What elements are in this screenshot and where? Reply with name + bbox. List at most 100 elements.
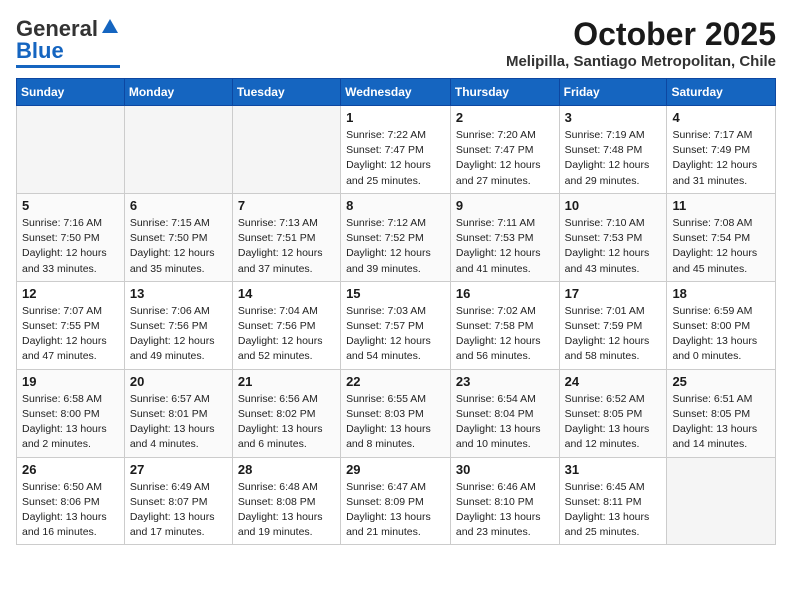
page-header: General Blue October 2025 Melipilla, San… [16, 16, 776, 70]
day-number: 12 [22, 286, 119, 301]
day-info: Sunrise: 7:07 AMSunset: 7:55 PMDaylight:… [22, 304, 119, 365]
day-info: Sunrise: 7:06 AMSunset: 7:56 PMDaylight:… [130, 304, 227, 365]
logo-icon [100, 17, 120, 37]
day-info: Sunrise: 7:12 AMSunset: 7:52 PMDaylight:… [346, 216, 445, 277]
calendar-cell: 14 Sunrise: 7:04 AMSunset: 7:56 PMDaylig… [232, 281, 340, 369]
day-number: 4 [672, 110, 770, 125]
calendar-cell: 3 Sunrise: 7:19 AMSunset: 7:48 PMDayligh… [559, 106, 667, 194]
day-info: Sunrise: 6:58 AMSunset: 8:00 PMDaylight:… [22, 392, 119, 453]
day-info: Sunrise: 6:52 AMSunset: 8:05 PMDaylight:… [565, 392, 662, 453]
calendar-cell [124, 106, 232, 194]
day-info: Sunrise: 6:57 AMSunset: 8:01 PMDaylight:… [130, 392, 227, 453]
header-thursday: Thursday [450, 79, 559, 106]
day-info: Sunrise: 6:45 AMSunset: 8:11 PMDaylight:… [565, 480, 662, 541]
day-number: 17 [565, 286, 662, 301]
day-number: 8 [346, 198, 445, 213]
day-number: 23 [456, 374, 554, 389]
calendar-header-row: SundayMondayTuesdayWednesdayThursdayFrid… [17, 79, 776, 106]
day-number: 25 [672, 374, 770, 389]
calendar-cell [667, 457, 776, 545]
calendar-cell: 4 Sunrise: 7:17 AMSunset: 7:49 PMDayligh… [667, 106, 776, 194]
day-info: Sunrise: 6:56 AMSunset: 8:02 PMDaylight:… [238, 392, 335, 453]
calendar-body: 1 Sunrise: 7:22 AMSunset: 7:47 PMDayligh… [17, 106, 776, 545]
day-number: 14 [238, 286, 335, 301]
title-section: October 2025 Melipilla, Santiago Metropo… [506, 16, 776, 70]
day-number: 31 [565, 462, 662, 477]
day-number: 18 [672, 286, 770, 301]
calendar-cell: 10 Sunrise: 7:10 AMSunset: 7:53 PMDaylig… [559, 193, 667, 281]
day-number: 30 [456, 462, 554, 477]
month-title: October 2025 [506, 16, 776, 53]
calendar-cell: 28 Sunrise: 6:48 AMSunset: 8:08 PMDaylig… [232, 457, 340, 545]
calendar-cell: 20 Sunrise: 6:57 AMSunset: 8:01 PMDaylig… [124, 369, 232, 457]
calendar-cell: 12 Sunrise: 7:07 AMSunset: 7:55 PMDaylig… [17, 281, 125, 369]
calendar-cell: 13 Sunrise: 7:06 AMSunset: 7:56 PMDaylig… [124, 281, 232, 369]
location: Melipilla, Santiago Metropolitan, Chile [506, 53, 776, 70]
calendar-cell: 31 Sunrise: 6:45 AMSunset: 8:11 PMDaylig… [559, 457, 667, 545]
calendar-cell: 5 Sunrise: 7:16 AMSunset: 7:50 PMDayligh… [17, 193, 125, 281]
day-info: Sunrise: 7:03 AMSunset: 7:57 PMDaylight:… [346, 304, 445, 365]
calendar-cell: 9 Sunrise: 7:11 AMSunset: 7:53 PMDayligh… [450, 193, 559, 281]
calendar-week-3: 12 Sunrise: 7:07 AMSunset: 7:55 PMDaylig… [17, 281, 776, 369]
day-info: Sunrise: 6:54 AMSunset: 8:04 PMDaylight:… [456, 392, 554, 453]
day-info: Sunrise: 7:01 AMSunset: 7:59 PMDaylight:… [565, 304, 662, 365]
day-info: Sunrise: 7:08 AMSunset: 7:54 PMDaylight:… [672, 216, 770, 277]
day-info: Sunrise: 7:10 AMSunset: 7:53 PMDaylight:… [565, 216, 662, 277]
day-number: 24 [565, 374, 662, 389]
day-info: Sunrise: 7:04 AMSunset: 7:56 PMDaylight:… [238, 304, 335, 365]
day-number: 19 [22, 374, 119, 389]
day-info: Sunrise: 7:11 AMSunset: 7:53 PMDaylight:… [456, 216, 554, 277]
header-wednesday: Wednesday [341, 79, 451, 106]
day-info: Sunrise: 7:20 AMSunset: 7:47 PMDaylight:… [456, 128, 554, 189]
header-sunday: Sunday [17, 79, 125, 106]
day-info: Sunrise: 6:49 AMSunset: 8:07 PMDaylight:… [130, 480, 227, 541]
day-number: 10 [565, 198, 662, 213]
day-info: Sunrise: 7:16 AMSunset: 7:50 PMDaylight:… [22, 216, 119, 277]
calendar-cell: 17 Sunrise: 7:01 AMSunset: 7:59 PMDaylig… [559, 281, 667, 369]
day-number: 20 [130, 374, 227, 389]
header-tuesday: Tuesday [232, 79, 340, 106]
day-info: Sunrise: 6:50 AMSunset: 8:06 PMDaylight:… [22, 480, 119, 541]
calendar-week-5: 26 Sunrise: 6:50 AMSunset: 8:06 PMDaylig… [17, 457, 776, 545]
day-info: Sunrise: 7:19 AMSunset: 7:48 PMDaylight:… [565, 128, 662, 189]
calendar-week-2: 5 Sunrise: 7:16 AMSunset: 7:50 PMDayligh… [17, 193, 776, 281]
day-info: Sunrise: 6:46 AMSunset: 8:10 PMDaylight:… [456, 480, 554, 541]
calendar-table: SundayMondayTuesdayWednesdayThursdayFrid… [16, 78, 776, 545]
day-info: Sunrise: 6:51 AMSunset: 8:05 PMDaylight:… [672, 392, 770, 453]
calendar-cell: 6 Sunrise: 7:15 AMSunset: 7:50 PMDayligh… [124, 193, 232, 281]
day-info: Sunrise: 6:48 AMSunset: 8:08 PMDaylight:… [238, 480, 335, 541]
calendar-cell: 16 Sunrise: 7:02 AMSunset: 7:58 PMDaylig… [450, 281, 559, 369]
calendar-cell: 19 Sunrise: 6:58 AMSunset: 8:00 PMDaylig… [17, 369, 125, 457]
calendar-cell: 15 Sunrise: 7:03 AMSunset: 7:57 PMDaylig… [341, 281, 451, 369]
day-number: 13 [130, 286, 227, 301]
day-number: 16 [456, 286, 554, 301]
calendar-cell: 18 Sunrise: 6:59 AMSunset: 8:00 PMDaylig… [667, 281, 776, 369]
calendar-cell: 1 Sunrise: 7:22 AMSunset: 7:47 PMDayligh… [341, 106, 451, 194]
calendar-week-4: 19 Sunrise: 6:58 AMSunset: 8:00 PMDaylig… [17, 369, 776, 457]
calendar-cell: 11 Sunrise: 7:08 AMSunset: 7:54 PMDaylig… [667, 193, 776, 281]
header-monday: Monday [124, 79, 232, 106]
logo-blue: Blue [16, 38, 64, 64]
calendar-cell: 22 Sunrise: 6:55 AMSunset: 8:03 PMDaylig… [341, 369, 451, 457]
calendar-cell: 7 Sunrise: 7:13 AMSunset: 7:51 PMDayligh… [232, 193, 340, 281]
day-number: 21 [238, 374, 335, 389]
calendar-cell: 24 Sunrise: 6:52 AMSunset: 8:05 PMDaylig… [559, 369, 667, 457]
day-number: 5 [22, 198, 119, 213]
day-number: 6 [130, 198, 227, 213]
calendar-cell: 23 Sunrise: 6:54 AMSunset: 8:04 PMDaylig… [450, 369, 559, 457]
day-info: Sunrise: 7:13 AMSunset: 7:51 PMDaylight:… [238, 216, 335, 277]
day-number: 2 [456, 110, 554, 125]
day-number: 29 [346, 462, 445, 477]
day-info: Sunrise: 7:22 AMSunset: 7:47 PMDaylight:… [346, 128, 445, 189]
day-number: 11 [672, 198, 770, 213]
day-info: Sunrise: 7:15 AMSunset: 7:50 PMDaylight:… [130, 216, 227, 277]
calendar-cell: 27 Sunrise: 6:49 AMSunset: 8:07 PMDaylig… [124, 457, 232, 545]
day-info: Sunrise: 7:17 AMSunset: 7:49 PMDaylight:… [672, 128, 770, 189]
day-number: 3 [565, 110, 662, 125]
logo: General Blue [16, 16, 120, 68]
day-info: Sunrise: 7:02 AMSunset: 7:58 PMDaylight:… [456, 304, 554, 365]
calendar-cell [17, 106, 125, 194]
calendar-cell: 30 Sunrise: 6:46 AMSunset: 8:10 PMDaylig… [450, 457, 559, 545]
calendar-cell: 2 Sunrise: 7:20 AMSunset: 7:47 PMDayligh… [450, 106, 559, 194]
calendar-cell: 29 Sunrise: 6:47 AMSunset: 8:09 PMDaylig… [341, 457, 451, 545]
